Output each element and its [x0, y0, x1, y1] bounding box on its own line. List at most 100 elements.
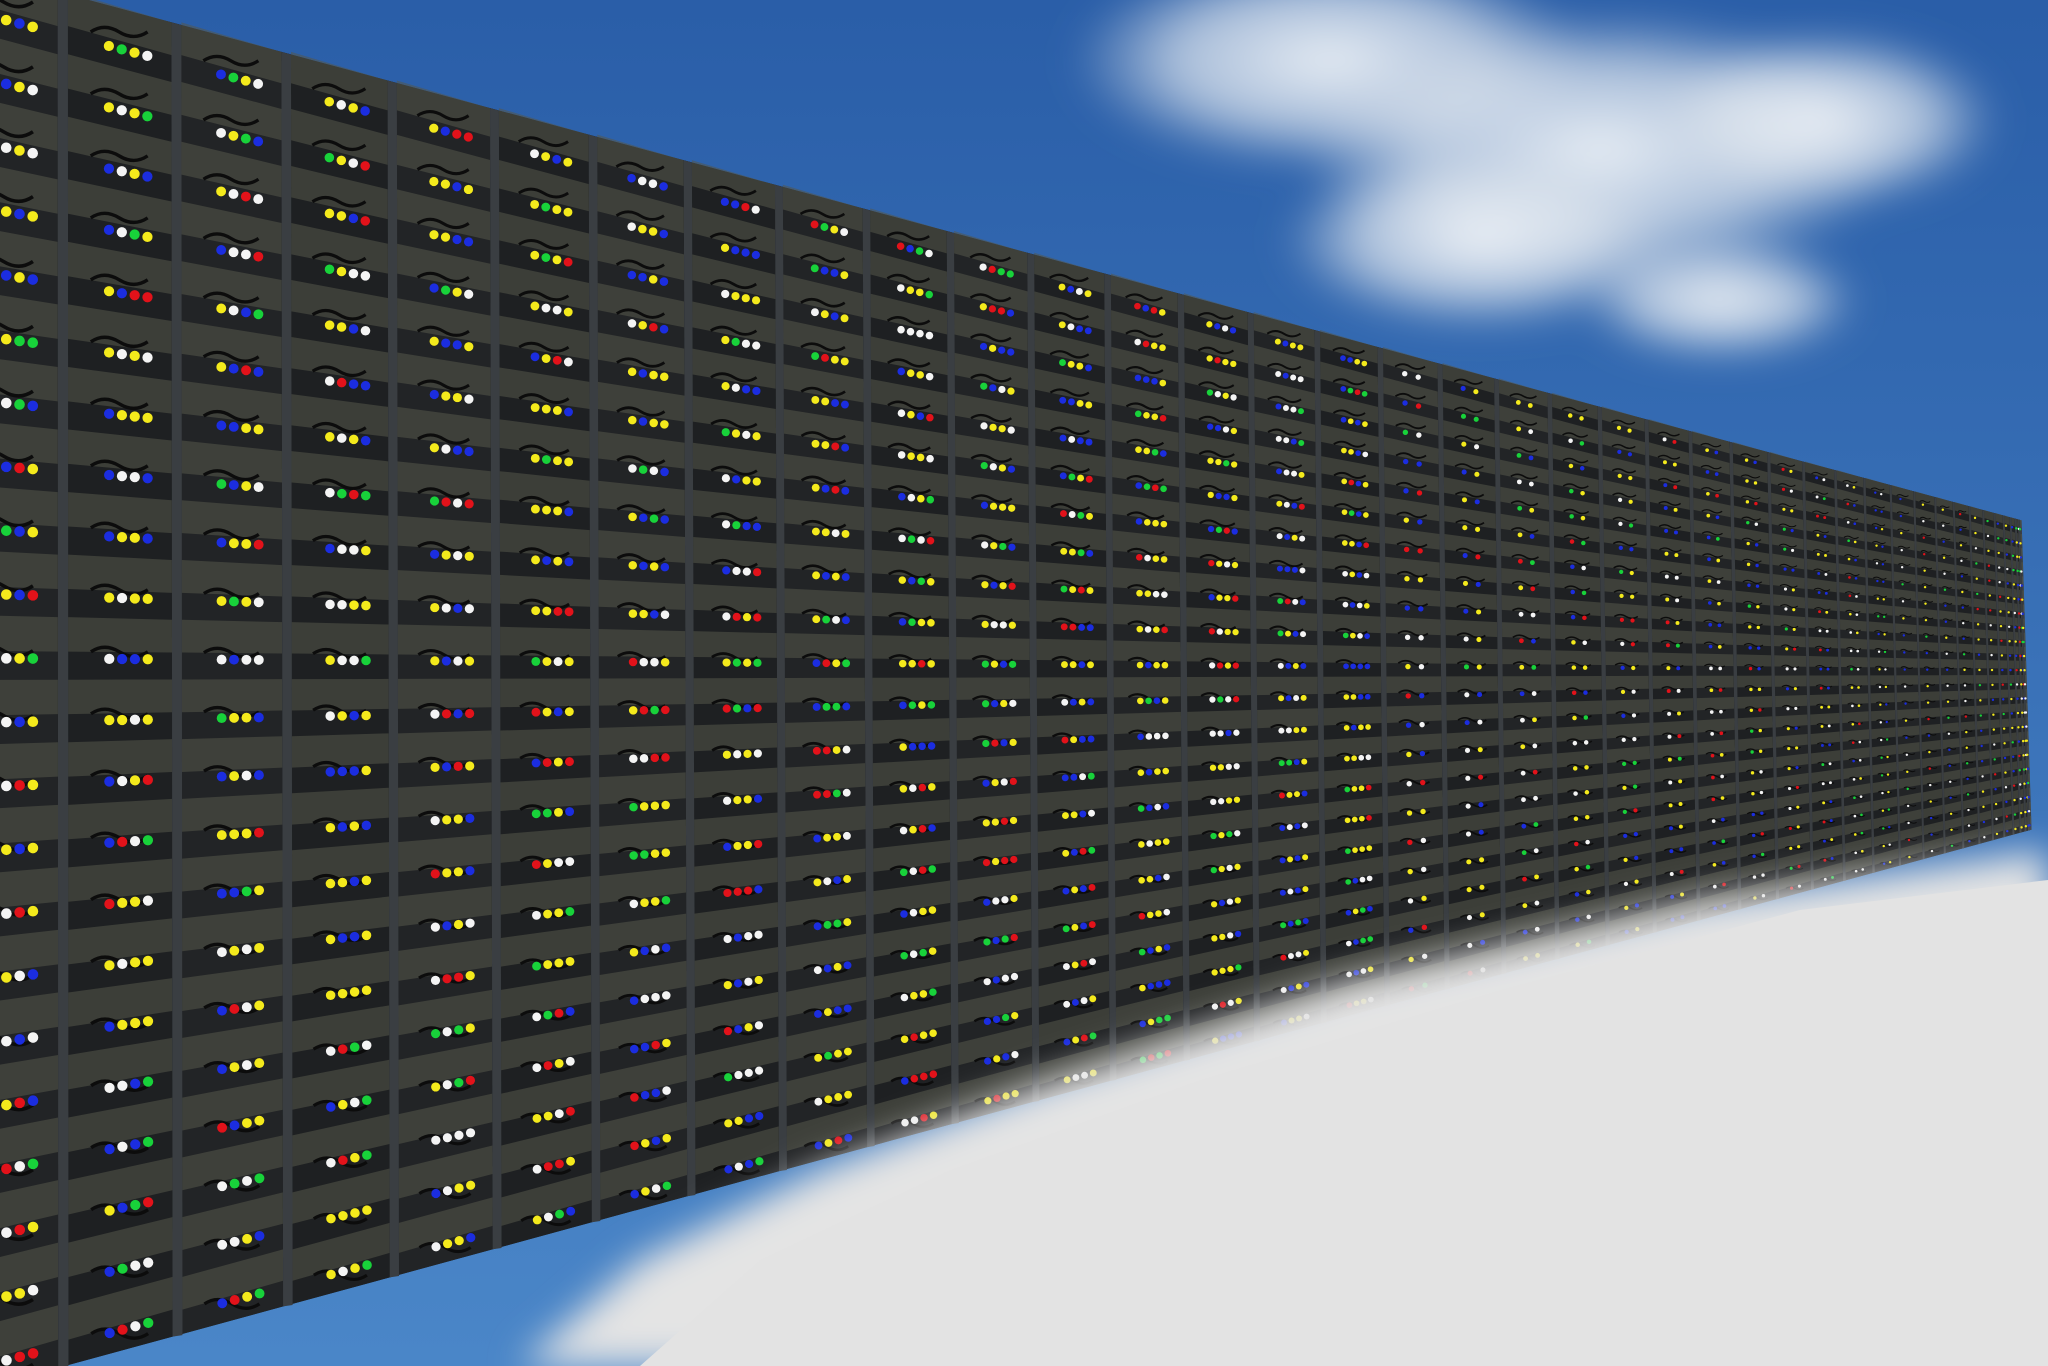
- status-led: [242, 1291, 253, 1302]
- status-led: [564, 557, 574, 567]
- status-led: [565, 757, 574, 767]
- status-led: [2023, 796, 2027, 800]
- status-led: [324, 376, 335, 386]
- status-led: [1061, 736, 1069, 744]
- status-led: [1286, 759, 1293, 766]
- status-led: [1583, 740, 1589, 745]
- status-led: [361, 820, 372, 831]
- status-led: [442, 815, 452, 825]
- status-led: [2022, 640, 2025, 644]
- status-led: [640, 994, 650, 1004]
- status-led: [1875, 544, 1878, 547]
- status-led: [1225, 729, 1232, 737]
- status-led: [1479, 884, 1485, 890]
- status-led: [1789, 489, 1793, 493]
- status-led: [1781, 467, 1785, 471]
- status-led: [1881, 791, 1884, 795]
- status-led: [530, 301, 540, 311]
- status-led: [1817, 572, 1821, 575]
- status-led: [1677, 734, 1682, 739]
- status-led: [896, 242, 905, 251]
- status-led: [1294, 823, 1301, 830]
- status-led: [1516, 452, 1522, 458]
- status-led: [897, 409, 906, 417]
- status-led: [117, 1141, 128, 1152]
- status-led: [442, 868, 452, 878]
- status-led: [821, 484, 830, 493]
- status-led: [1210, 866, 1217, 874]
- status-led: [1295, 919, 1302, 926]
- status-led: [997, 268, 1005, 276]
- status-led: [1079, 847, 1087, 855]
- status-led: [1000, 778, 1008, 786]
- status-led: [741, 294, 750, 303]
- status-led: [1344, 817, 1351, 824]
- status-led: [980, 382, 988, 390]
- status-led: [361, 985, 372, 996]
- status-led: [1617, 473, 1622, 478]
- status-led: [1533, 822, 1539, 827]
- status-led: [1301, 822, 1308, 829]
- status-led: [1, 1099, 12, 1111]
- status-led: [1815, 495, 1819, 499]
- status-led: [1076, 399, 1084, 407]
- status-led: [1522, 903, 1528, 909]
- status-led: [1416, 461, 1422, 467]
- status-led: [915, 288, 924, 297]
- status-led: [1138, 877, 1145, 884]
- status-led: [983, 898, 991, 906]
- status-led: [1287, 856, 1294, 863]
- status-led: [27, 84, 38, 96]
- status-led: [2024, 810, 2027, 814]
- status-led: [552, 205, 562, 215]
- status-led: [2021, 612, 2024, 616]
- status-led: [1617, 449, 1622, 454]
- status-led: [1153, 697, 1161, 704]
- status-led: [1144, 554, 1151, 562]
- status-led: [541, 202, 551, 212]
- status-led: [1942, 540, 1945, 543]
- status-led: [27, 526, 39, 538]
- status-led: [254, 1115, 265, 1126]
- status-led: [349, 766, 360, 776]
- status-led: [900, 910, 908, 918]
- status-led: [1943, 588, 1947, 591]
- status-led: [1407, 898, 1414, 904]
- status-led: [129, 47, 140, 58]
- status-led: [1882, 598, 1885, 601]
- status-led: [1632, 760, 1637, 766]
- status-led: [2019, 556, 2023, 559]
- status-led: [453, 709, 463, 719]
- status-led: [1008, 660, 1017, 668]
- status-led: [349, 710, 359, 721]
- status-led: [1085, 364, 1092, 372]
- status-led: [899, 743, 907, 751]
- status-led: [541, 404, 551, 414]
- status-led: [1284, 566, 1291, 573]
- status-led: [216, 362, 227, 372]
- status-led: [104, 837, 115, 848]
- status-led: [916, 453, 925, 462]
- status-led: [1340, 416, 1347, 423]
- status-led: [648, 179, 658, 188]
- status-led: [1463, 608, 1469, 614]
- status-led: [1404, 634, 1411, 641]
- status-led: [116, 349, 128, 360]
- status-led: [564, 657, 574, 667]
- status-led: [454, 1183, 464, 1193]
- status-led: [1285, 630, 1292, 637]
- status-led: [981, 620, 989, 629]
- status-led: [1298, 439, 1305, 446]
- status-led: [241, 481, 252, 492]
- status-led: [217, 1005, 227, 1016]
- status-led: [1874, 509, 1877, 512]
- status-led: [241, 654, 252, 665]
- status-led: [1080, 997, 1088, 1005]
- status-led: [466, 1180, 476, 1190]
- status-led: [1876, 579, 1879, 583]
- status-led: [1084, 327, 1092, 335]
- status-led: [814, 1053, 823, 1062]
- status-led: [1001, 974, 1010, 982]
- status-led: [1882, 580, 1885, 584]
- status-led: [630, 1141, 639, 1151]
